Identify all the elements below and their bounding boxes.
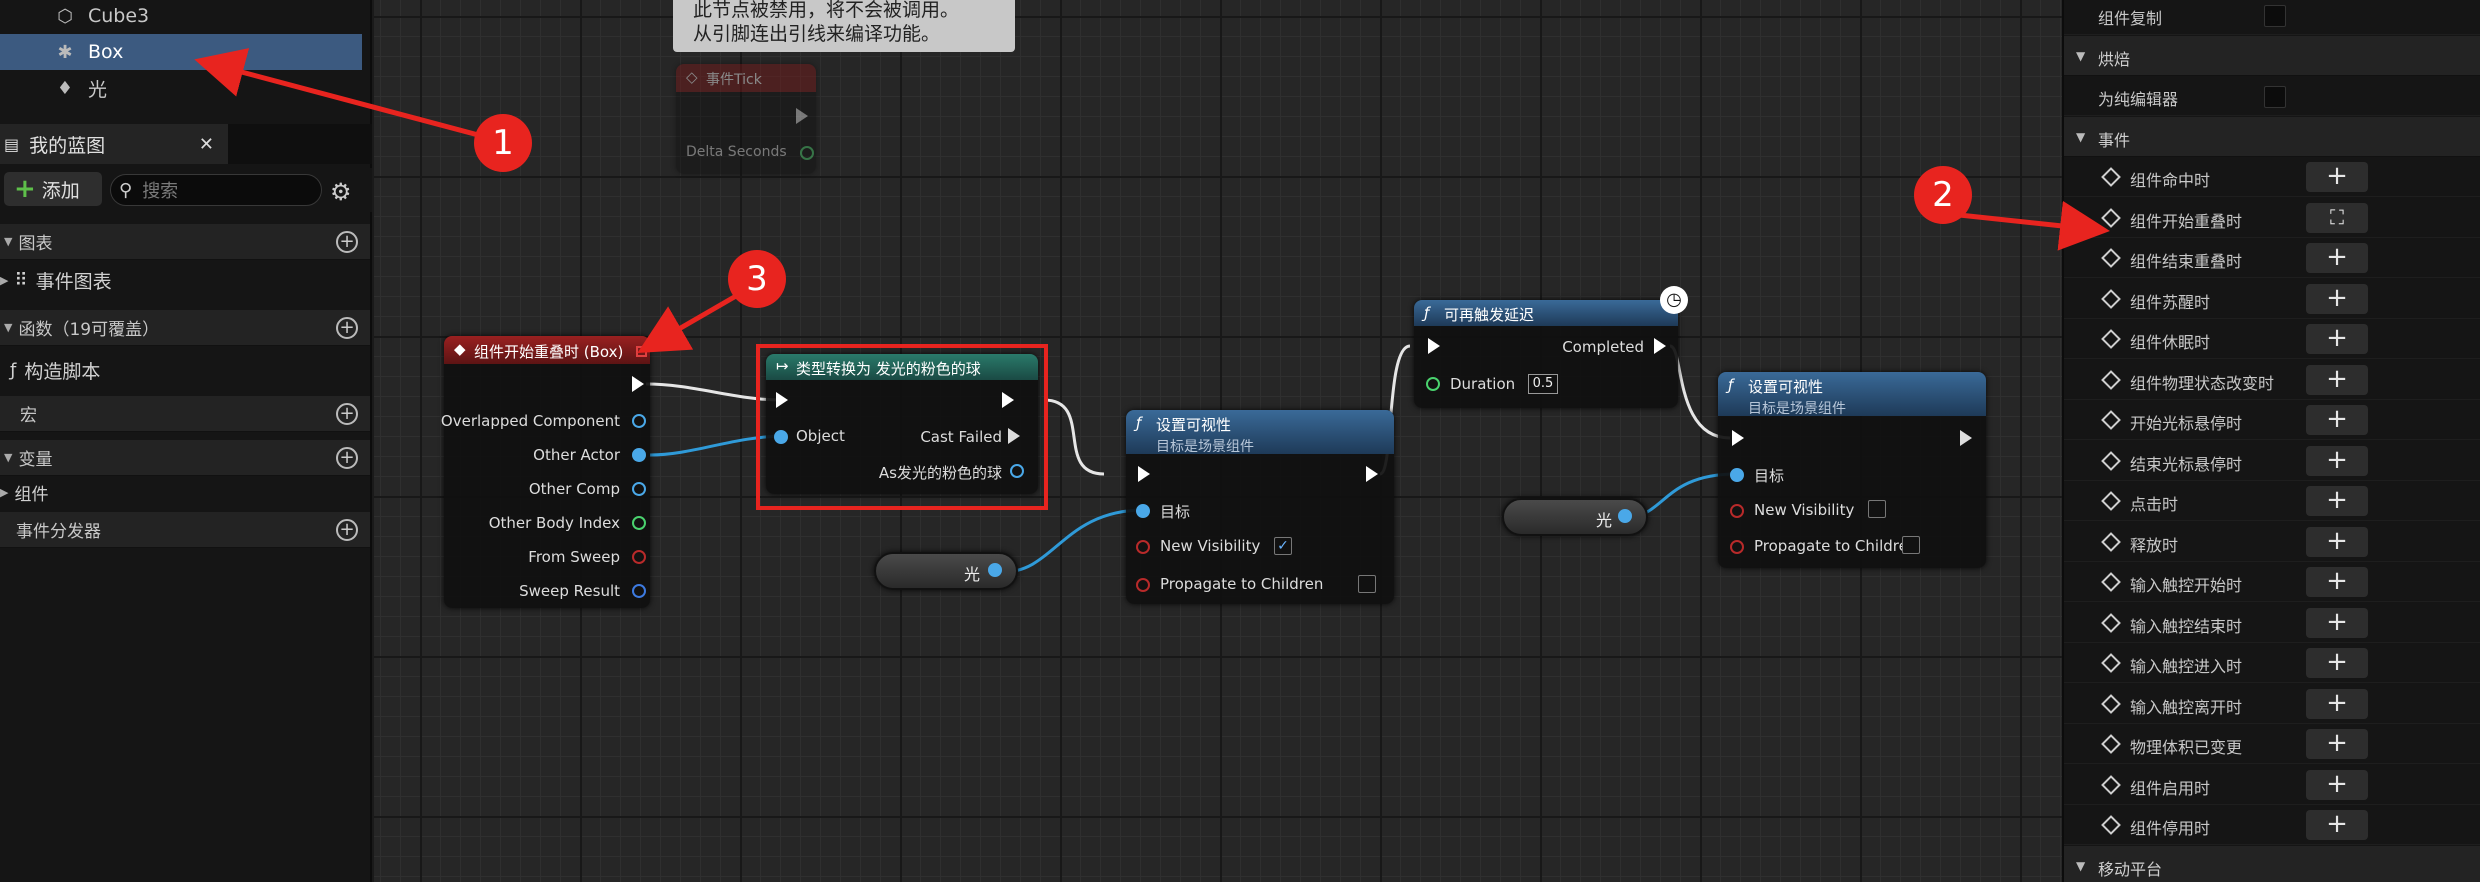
annotation-marker-2: 2 — [1914, 166, 1972, 224]
annotation-arrows — [194, 48, 2110, 354]
annotation-marker-3: 3 — [728, 250, 786, 308]
annotation-marker-1: 1 — [474, 114, 532, 172]
